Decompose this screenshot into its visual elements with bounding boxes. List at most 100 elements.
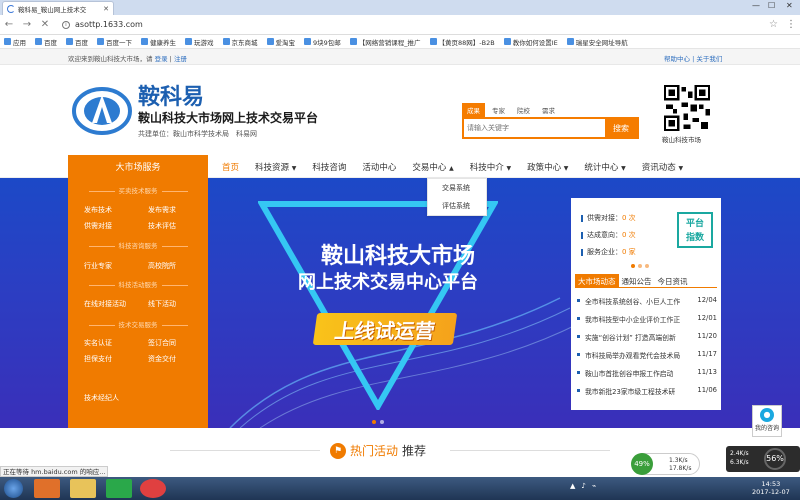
nav-item[interactable]: 政策中心 ▼ [519,161,576,173]
clock[interactable]: 14:53 2017-12-07 [752,480,790,496]
org-line: 共建单位：鞍山市科学技术局 科易网 [138,130,257,138]
folder-icon[interactable] [70,479,96,498]
stat-intent: 达成意向：0 次 [581,230,636,240]
url-field[interactable]: i asottp.1633.com [58,17,761,32]
section-buy: 买卖技术服务 [68,185,208,195]
carousel-dot[interactable] [372,420,376,424]
forward-icon[interactable]: → [22,19,32,30]
caret-icon: ▼ [621,164,626,172]
site-logo-icon[interactable] [70,81,134,137]
back-icon[interactable]: ← [4,19,14,30]
search-input[interactable] [464,119,605,137]
network-icon[interactable]: ⌁ [592,482,596,490]
broker-link[interactable]: 技术经纪人 [84,393,119,403]
bookmark-item[interactable]: 爱淘宝 [266,37,295,47]
bookmark-item[interactable]: 百度一下 [97,37,132,47]
offline-activity-link[interactable]: 线下活动 [148,299,176,309]
bookmark-item[interactable]: 9块9包邮 [304,37,341,47]
nav-item[interactable]: 科技咨询 [304,161,354,173]
firefox-icon[interactable] [34,479,60,498]
minimize-icon[interactable]: — [752,1,760,10]
nav-item[interactable]: 统计中心 ▼ [576,161,633,173]
carousel-dot[interactable] [380,420,384,424]
search-tab-demands[interactable]: 需求 [537,103,560,117]
industry-expert-link[interactable]: 行业专家 [84,261,112,271]
bookmark-item[interactable]: 百度 [66,37,88,47]
app-s-icon[interactable] [106,479,132,498]
news-item[interactable]: 我市新批23家市级工程技术研 11/06 [577,386,717,396]
bookmark-icon [222,38,230,45]
bookmark-icon [566,38,574,45]
menu-icon[interactable]: ⋮ [786,19,796,30]
search-tab-universities[interactable]: 院校 [512,103,535,117]
close-window-icon[interactable]: ✕ [786,1,793,10]
bookmark-item[interactable]: 京东商城 [222,37,258,47]
speed-widget[interactable]: 2.4K/s 6.3K/s 56% [726,446,800,472]
start-button[interactable] [4,479,23,498]
flag-icon: ⚑ [330,442,346,459]
university-link[interactable]: 高校院所 [148,261,176,271]
search-tab-experts[interactable]: 专家 [487,103,510,117]
register-link[interactable]: 注册 [174,55,187,63]
publish-demand-link[interactable]: 发布需求 [148,205,176,215]
info-dots [631,264,649,268]
capital-link[interactable]: 资金交付 [148,354,176,364]
news-item[interactable]: 实施“创谷计划” 打造高端创新 11/20 [577,332,717,342]
maximize-icon[interactable]: ☐ [768,1,775,10]
news-item[interactable]: 全市科技系统创谷、小巨人工作 12/04 [577,296,717,306]
tray-icon[interactable]: ▲ [570,482,575,490]
browser-tab[interactable]: 鞍科易_鞍山网上技术交 ✕ [2,1,114,15]
tab-notices[interactable]: 通知公告 [619,274,655,287]
search-tab-achievements[interactable]: 成果 [462,103,485,117]
tab-today-news[interactable]: 今日资讯 [655,274,691,287]
bookmark-star-icon[interactable]: ☆ [769,19,778,30]
section-activity: 科技活动服务 [68,279,208,289]
escrow-link[interactable]: 担保支付 [84,354,112,364]
dropdown-trade-system[interactable]: 交易系统 [428,179,486,197]
bookmark-item[interactable]: 健康养生 [141,37,176,47]
platform-index-button[interactable]: 平台 指数 [677,212,713,248]
publish-tech-link[interactable]: 发布技术 [84,205,112,215]
supply-match-link[interactable]: 供需对接 [84,221,112,231]
login-link[interactable]: 登录 [155,55,168,63]
news-item[interactable]: 我市科技型中小企业评价工作正 12/01 [577,314,717,324]
online-match-link[interactable]: 在线对接活动 [84,299,126,309]
bookmark-item[interactable]: 【黄页88网】-B2B [429,37,495,47]
nav-item[interactable]: 科技中介 ▼ [462,161,519,173]
nav-item[interactable]: 资讯动态 ▼ [634,161,691,173]
search-button[interactable]: 搜索 [605,119,637,137]
network-widget[interactable]: 49% 1.3K/s 17.8K/s [631,453,700,475]
tech-assess-link[interactable]: 技术评估 [148,221,176,231]
sign-contract-link[interactable]: 签订合同 [148,338,176,348]
tab-market-news[interactable]: 大市场动态 [575,274,619,287]
hot-activity-title: ⚑ 热门活动 推荐 [330,442,426,459]
bookmark-item[interactable]: 百度 [35,37,57,47]
bookmark-item[interactable]: 应用 [4,37,26,47]
dropdown-assess-system[interactable]: 评估系统 [428,197,486,215]
real-name-link[interactable]: 实名认证 [84,338,112,348]
news-item[interactable]: 市科技局举办观看党代会技术局 11/17 [577,350,717,360]
stop-icon[interactable]: ✕ [40,19,50,30]
info-icon[interactable]: i [62,20,70,29]
bookmark-item[interactable]: 【网络营销课程_推广 [349,37,421,47]
bookmark-icon [429,38,437,45]
close-tab-icon[interactable]: ✕ [103,5,109,13]
bookmark-item[interactable]: 瑞星安全网址导航 [566,37,628,47]
nav-item[interactable]: 科技资源 ▼ [247,161,304,173]
nav-items: 首页 科技资源 ▼ 科技咨询 活动中心 交易中心 ▲ 科技中介 ▼ 政策中心 ▼ 统计中心 ▼… [214,155,691,178]
my-consult-widget[interactable]: ● 我的咨询 [752,405,782,437]
service-panel: 买卖技术服务 发布技术 发布需求 供需对接 技术评估 科技咨询服务 行业专家 高… [68,178,208,428]
bookmark-item[interactable]: 玩游戏 [185,37,214,47]
volume-icon[interactable]: ♪ [581,482,585,490]
chrome-icon[interactable] [140,479,166,498]
bookmarks-bar: 应用 百度 百度 百度一下 健康养生 玩游戏 京东商城 爱淘宝 9块9包邮 【网络营销课程_推广【… [0,35,800,49]
url-text[interactable]: asottp.1633.com [75,20,143,29]
nav-category[interactable]: 大市场服务 [68,155,208,178]
help-links[interactable]: 帮助中心 | 关于我们 [664,53,722,63]
bookmark-item[interactable]: 教你如何设置IE [503,37,558,47]
nav-item[interactable]: 活动中心 [354,161,404,173]
speed-percent: 56% [764,448,786,470]
news-item[interactable]: 鞍山市首批创谷申报工作启动 11/13 [577,368,717,378]
nav-item[interactable]: 交易中心 ▲ [404,161,461,173]
nav-item[interactable]: 首页 [214,161,247,173]
